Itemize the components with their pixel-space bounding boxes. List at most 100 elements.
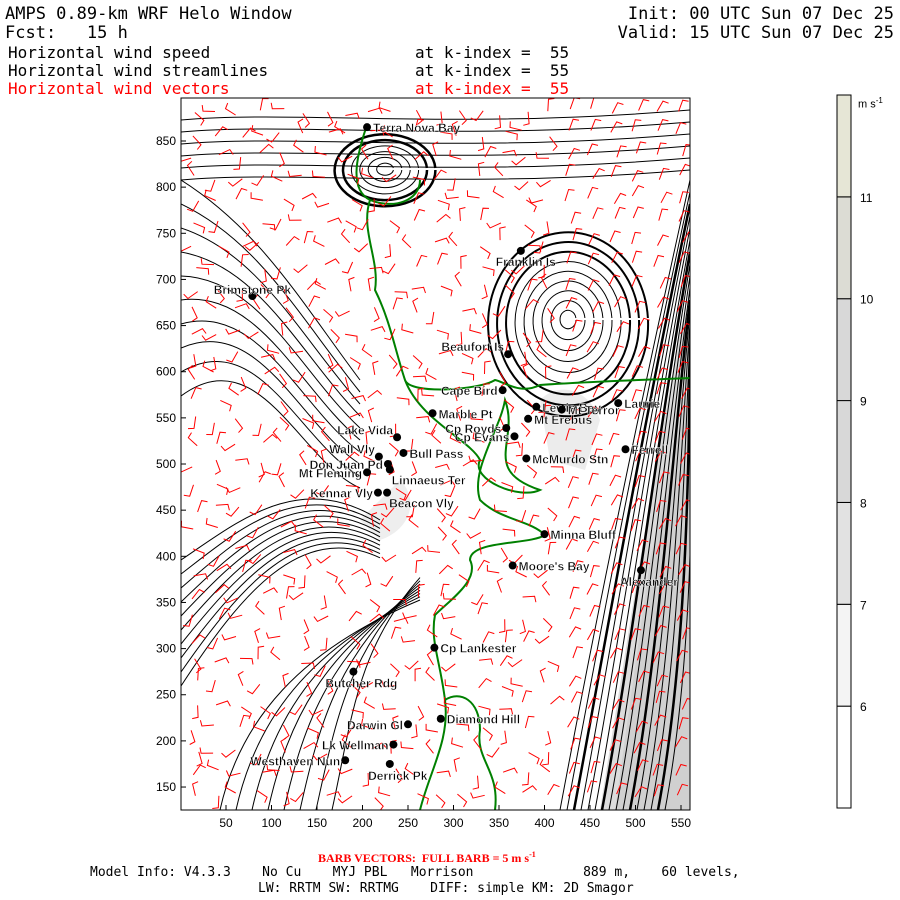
wind-barb [334, 120, 346, 134]
wind-barb [255, 600, 265, 615]
wind-barb [183, 484, 194, 497]
wind-barb [569, 586, 580, 599]
wind-barb [616, 321, 630, 333]
wind-barb [427, 545, 441, 553]
field-vectors-label: Horizontal wind vectors [8, 79, 230, 98]
station-dot [428, 409, 437, 418]
wind-barb [435, 463, 450, 470]
wind-barb [234, 418, 244, 433]
wind-barb [227, 612, 243, 619]
wind-barb [635, 141, 647, 154]
barb-legend: BARB VECTORS: FULL BARB = 5 m s-1 [318, 850, 536, 866]
wind-barb [536, 179, 551, 188]
wind-barb [521, 690, 533, 703]
colorbar-label: 8 [860, 496, 867, 510]
wind-barb [447, 178, 456, 191]
streamline [181, 521, 381, 617]
wind-barb [479, 246, 491, 260]
wind-barb [220, 399, 232, 412]
wind-barb [565, 163, 576, 176]
station-dot [385, 465, 394, 474]
wind-barb [431, 429, 442, 444]
station-label: Mt Erebus [534, 413, 592, 427]
wind-barb [204, 179, 216, 192]
wind-barb [396, 397, 410, 406]
wind-barb [415, 559, 423, 573]
station-label: Mt Fleming [299, 466, 362, 480]
y-tick-label: 650 [156, 319, 176, 333]
wind-barb [346, 550, 358, 563]
wind-barb [270, 646, 281, 661]
wind-barb [568, 626, 582, 638]
colorbar-segment [836, 603, 852, 707]
wind-barb [425, 666, 435, 681]
field-speed-label: Horizontal wind speed [8, 43, 211, 62]
wind-barb [249, 504, 263, 516]
colorbar-unit-text: m s [858, 98, 876, 111]
wind-barb [572, 646, 583, 659]
station-label: Laurie [624, 397, 660, 411]
wind-barb [631, 169, 644, 182]
wind-barb [568, 675, 582, 687]
wind-barb [257, 383, 269, 395]
model-info-physics: LW: RRTM SW: RRTMG DIFF: simple KM: 2D S… [258, 881, 634, 896]
wind-barb [522, 785, 537, 793]
wind-barb [225, 770, 241, 777]
station-label: Lk Wellman [322, 739, 388, 753]
wind-barb [631, 231, 642, 245]
wind-barb [361, 343, 373, 358]
station-label: Cp Evans [455, 430, 510, 444]
wind-barb [289, 704, 303, 716]
wind-barb [590, 494, 603, 507]
wind-barb [477, 602, 488, 615]
station-label: Alexander [620, 575, 678, 589]
wind-barb [365, 572, 372, 588]
wind-barb [494, 781, 506, 795]
colorbar-label: 7 [860, 598, 867, 612]
station-label: Derrick Pk [368, 769, 428, 783]
wind-barb [569, 98, 581, 110]
wind-barb [370, 325, 386, 333]
x-tick-label: 150 [307, 816, 327, 830]
wind-barb [227, 178, 243, 187]
wind-barb [569, 607, 581, 620]
wind-barb [509, 121, 522, 131]
wind-barb [545, 730, 552, 746]
wind-barb [466, 531, 482, 539]
wind-barb [282, 549, 298, 556]
wind-barb [393, 617, 409, 624]
station-dot [621, 445, 630, 454]
wind-barb [542, 618, 553, 633]
wind-barb [183, 614, 193, 627]
wind-barb [656, 142, 667, 155]
wind-barb [542, 752, 550, 766]
streamline [333, 133, 437, 208]
wind-barb [547, 783, 560, 796]
wind-barb [502, 528, 516, 537]
wind-barb [460, 255, 467, 269]
streamline [376, 162, 394, 176]
wind-barb [234, 303, 250, 310]
wind-barb [480, 207, 490, 221]
wind-barb [528, 514, 540, 527]
wind-barb [436, 329, 449, 340]
wind-barb [469, 324, 482, 334]
wind-barb [436, 213, 451, 223]
wind-barb [436, 770, 451, 778]
wind-barb [675, 122, 687, 134]
wind-barb [413, 208, 426, 221]
wind-barb [216, 431, 227, 444]
wind-barb [388, 442, 399, 457]
wind-barb [570, 211, 582, 224]
wind-barb [416, 416, 431, 423]
wind-barb [441, 663, 456, 672]
wind-barb [482, 727, 493, 741]
wind-barb [389, 220, 401, 234]
wind-barb [271, 707, 286, 717]
station-label: Darwin Gl [347, 718, 403, 732]
wind-barb [500, 547, 509, 563]
wind-barb [214, 126, 229, 137]
station-label: McMurdo Stn [532, 452, 608, 466]
wind-barb [262, 587, 278, 594]
y-tick-label: 250 [156, 688, 176, 702]
